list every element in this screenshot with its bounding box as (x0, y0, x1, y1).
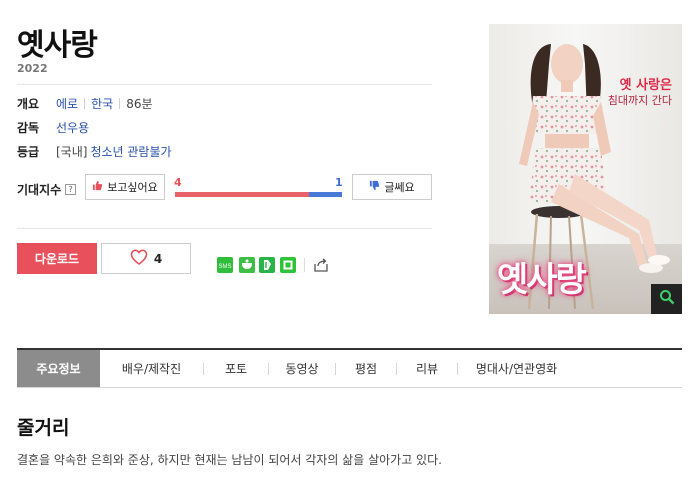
band-icon[interactable] (259, 257, 275, 273)
movie-title: 옛사랑 (17, 28, 98, 63)
separator (84, 98, 86, 109)
expectation-bar-fill (175, 192, 309, 197)
want-count: 4 (174, 176, 182, 189)
kakaostory-icon[interactable] (239, 257, 255, 273)
poster-caption-line2: 침대까지 간다 (607, 94, 672, 107)
director-link[interactable]: 선우용 (56, 119, 89, 136)
expectation-label-wrap: 기대지수 ? (17, 181, 77, 198)
rating-label: 등급 (17, 145, 40, 159)
rating-link[interactable]: 청소년 관람불가 (90, 143, 171, 160)
expectation-bar (175, 192, 342, 197)
tab-4[interactable]: 평점 (336, 350, 396, 387)
meh-label: 글쎄요 (384, 181, 415, 194)
svg-text:SMS: SMS (218, 264, 231, 270)
tab-3[interactable]: 동영상 (269, 350, 335, 387)
like-count: 4 (153, 251, 163, 266)
divider (304, 258, 305, 272)
movie-poster[interactable]: 옛 사랑은 침대까지 간다 옛사랑 (489, 24, 682, 314)
rating-row: 등급 [국내] 청소년 관람불가 (17, 143, 172, 160)
tab-0[interactable]: 주요정보 (17, 350, 100, 387)
detail-tabs: 주요정보 배우/제작진 포토 동영상 평점 리뷰 명대사/연관영화 (17, 348, 682, 388)
magnifier-icon (659, 289, 675, 309)
synopsis-text: 결혼을 약속한 은희와 준상, 하지만 현재는 남남이 되어서 각자의 삶을 살… (17, 453, 442, 467)
divider (17, 84, 432, 85)
tab-6[interactable]: 명대사/연관영화 (458, 350, 575, 387)
separator (119, 98, 121, 109)
overview-label: 개요 (17, 97, 40, 111)
line-icon[interactable] (280, 257, 296, 273)
tab-5[interactable]: 리뷰 (397, 350, 457, 387)
rating-prefix: [국내] (56, 145, 88, 159)
runtime-value: 86분 (126, 97, 153, 111)
share-export-icon[interactable] (313, 257, 329, 273)
divider (17, 228, 432, 229)
director-label: 감독 (17, 121, 40, 135)
sms-icon[interactable]: SMS (217, 257, 233, 273)
poster-zoom-button[interactable] (651, 284, 682, 314)
thumbs-up-icon (92, 180, 103, 194)
heart-icon (130, 249, 148, 268)
poster-caption: 옛 사랑은 침대까지 간다 (608, 78, 672, 108)
expectation-label: 기대지수 (17, 183, 62, 197)
thumbs-down-icon (369, 180, 380, 194)
want-to-see-label: 보고싶어요 (107, 181, 158, 194)
poster-logo: 옛사랑 (497, 260, 587, 300)
synopsis-title: 줄거리 (17, 417, 70, 439)
overview-row: 개요 에로 한국 86분 (17, 95, 153, 112)
like-button[interactable]: 4 (101, 243, 191, 274)
want-to-see-button[interactable]: 보고싶어요 (85, 174, 165, 200)
download-button[interactable]: 다운로드 (17, 243, 97, 274)
poster-caption-line1: 옛 사랑은 (619, 78, 672, 93)
meh-button[interactable]: 글쎄요 (352, 174, 432, 200)
meh-count: 1 (335, 176, 343, 189)
director-row: 감독 선우용 (17, 119, 89, 136)
tab-2[interactable]: 포토 (204, 350, 268, 387)
genre-link[interactable]: 에로 (56, 95, 78, 112)
movie-year: 2022 (17, 62, 48, 75)
tab-1[interactable]: 배우/제작진 (100, 350, 203, 387)
question-icon[interactable]: ? (65, 184, 77, 195)
country-link[interactable]: 한국 (91, 95, 113, 112)
